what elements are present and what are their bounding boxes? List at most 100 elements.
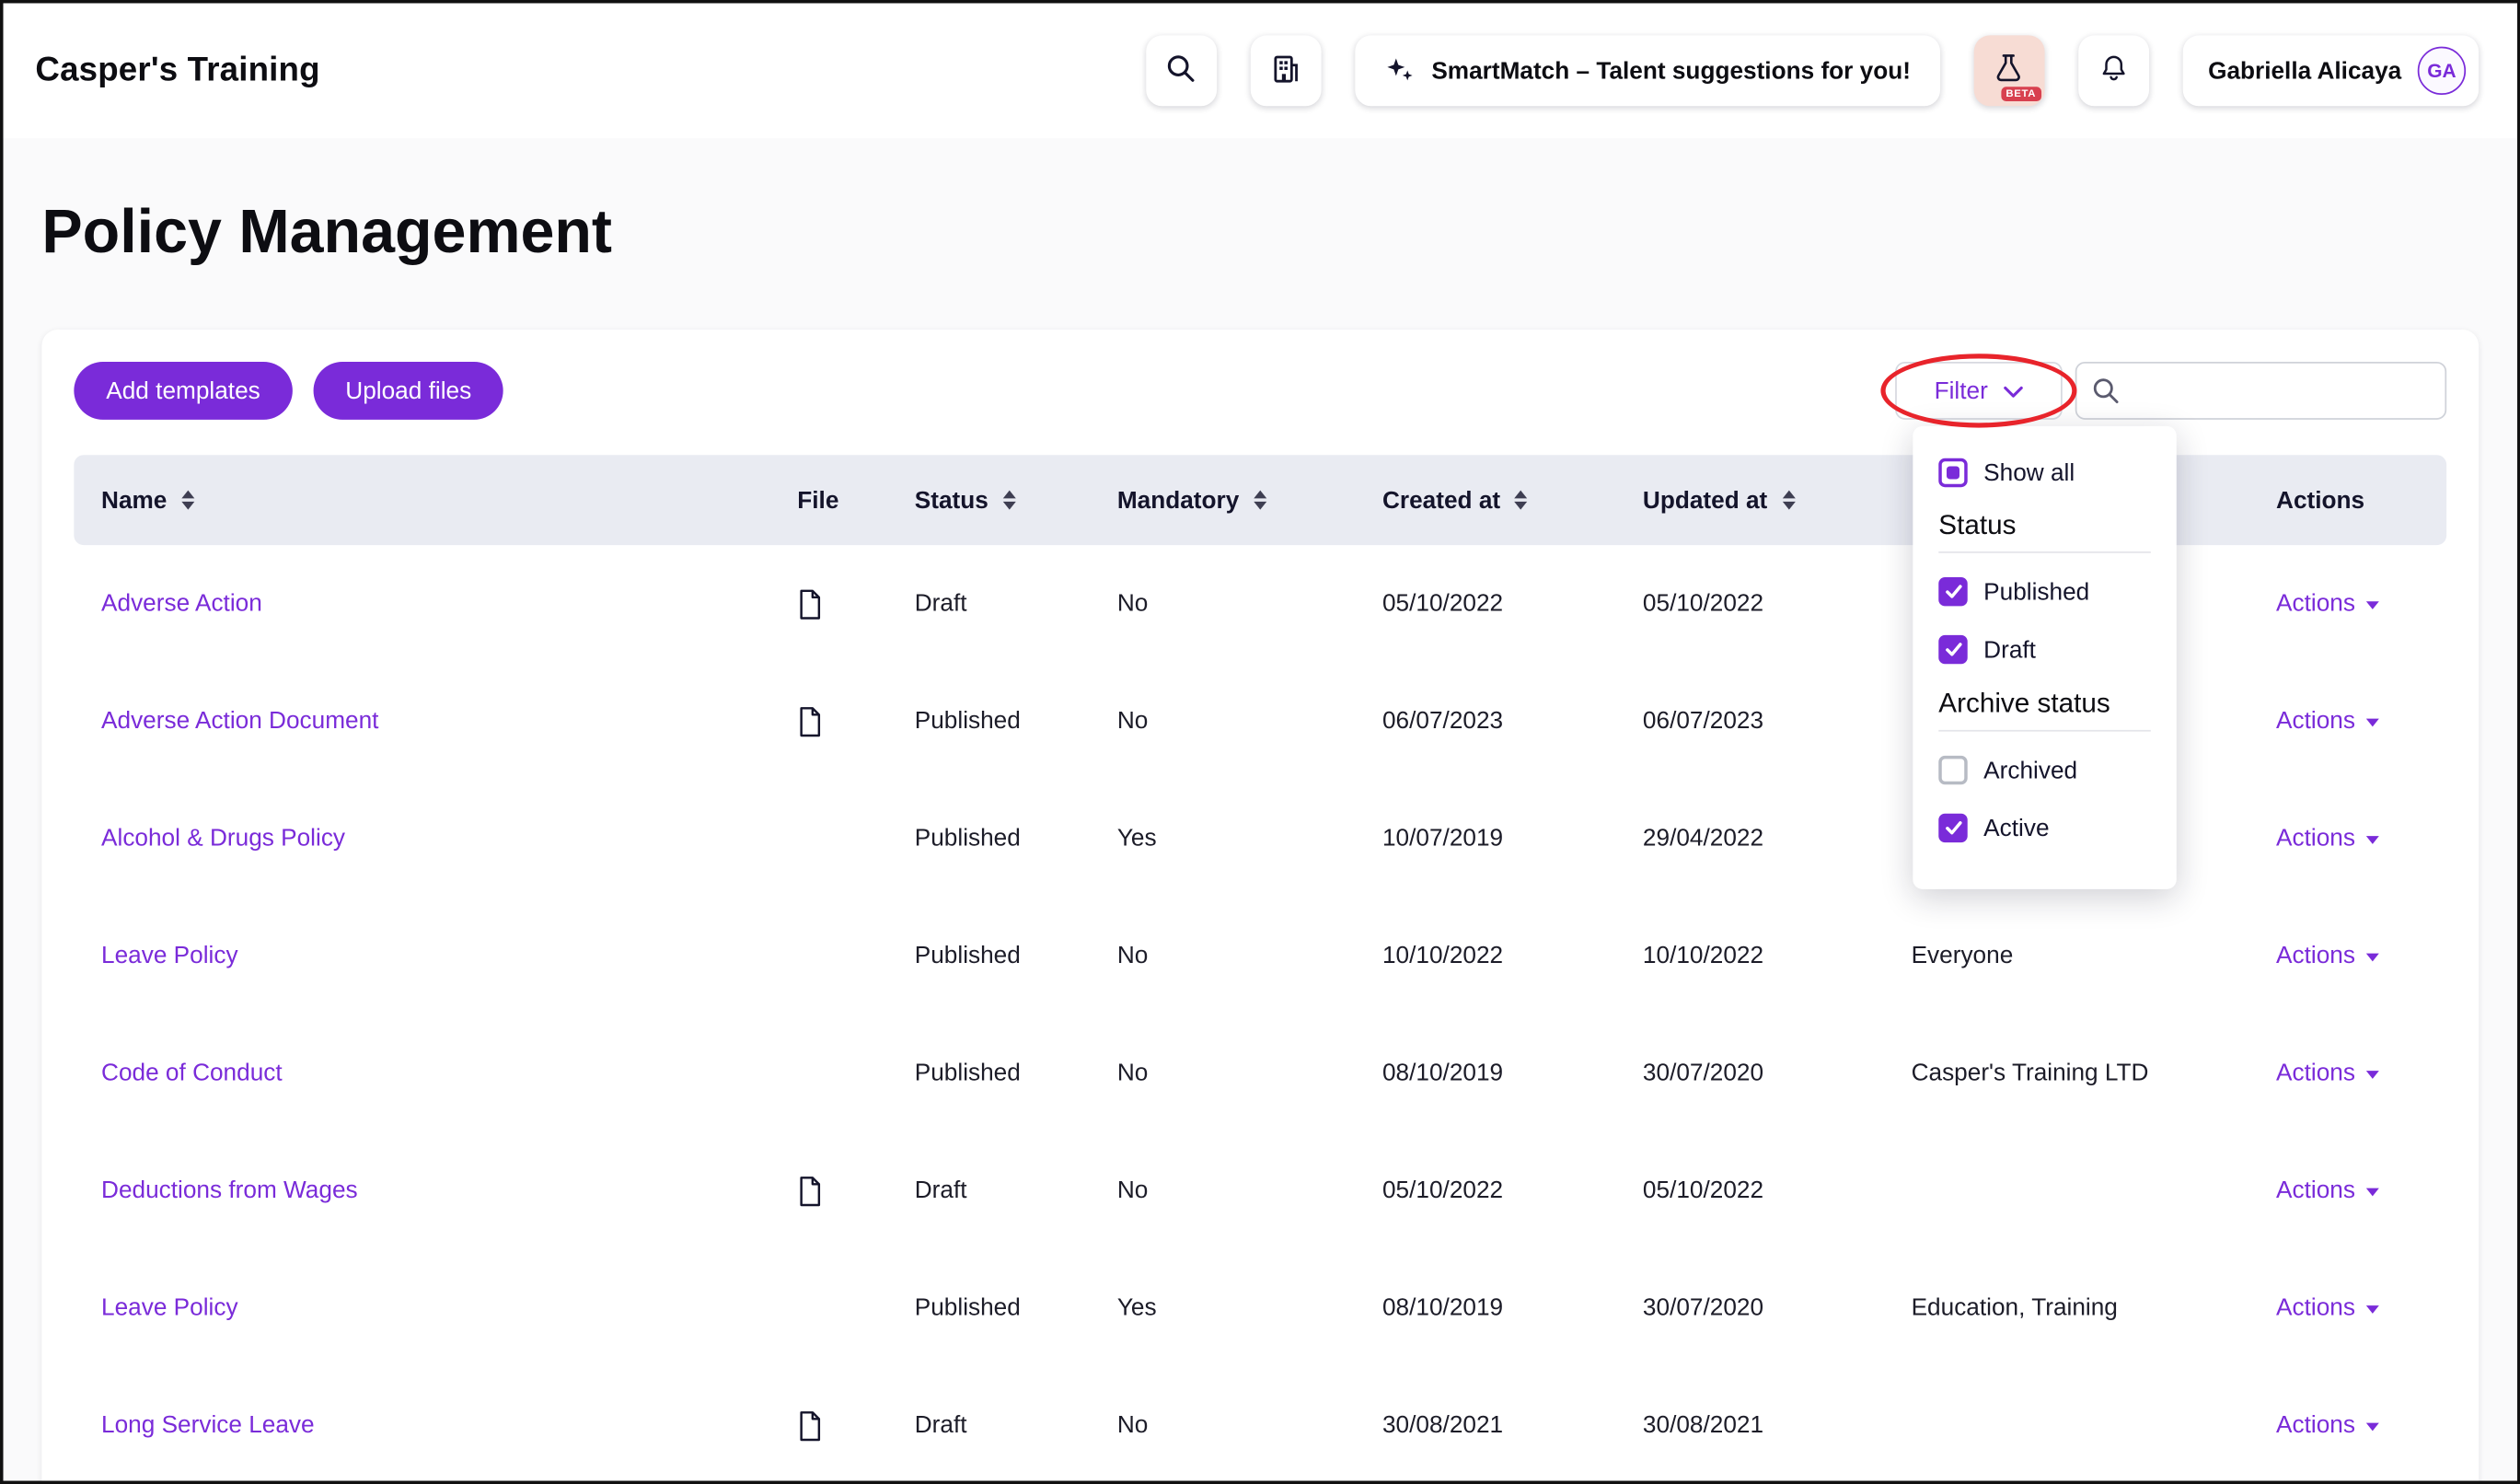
cell-name: Adverse Action (74, 590, 797, 618)
column-label: Mandatory (1117, 486, 1239, 514)
policy-name-link[interactable]: Code of Conduct (101, 1060, 283, 1087)
cell-actions: Actions (2276, 707, 2453, 735)
cell-mandatory: No (1117, 1060, 1382, 1087)
row-actions-label: Actions (2276, 942, 2355, 969)
row-actions-button[interactable]: Actions (2276, 942, 2379, 969)
policy-name-link[interactable]: Leave Policy (101, 942, 238, 969)
filter-section-heading-archive-status: Archive status (1938, 689, 2151, 721)
filter-option-show-all[interactable]: Show all (1938, 452, 2151, 493)
cell-actions: Actions (2276, 1294, 2453, 1322)
cell-created-at: 06/07/2023 (1382, 707, 1643, 735)
filter-option-label: Published (1983, 578, 2089, 606)
app-title: Casper's Training (35, 52, 319, 90)
policy-name-link[interactable]: Long Service Leave (101, 1411, 315, 1439)
filter-option-label: Draft (1983, 636, 2036, 664)
cell-status: Published (915, 825, 1117, 852)
filter-wrap: Filter (1895, 362, 2063, 420)
file-icon[interactable] (797, 705, 823, 737)
cell-updated-at: 30/07/2020 (1643, 1294, 1912, 1322)
avatar: GA (2418, 47, 2466, 95)
flask-icon (1992, 52, 2026, 90)
table-row: Deductions from Wages Draft No 05/10/202… (74, 1132, 2446, 1249)
policy-name-link[interactable]: Deductions from Wages (101, 1177, 358, 1204)
cell-mandatory: No (1117, 942, 1382, 969)
file-icon[interactable] (797, 1409, 823, 1442)
row-actions-button[interactable]: Actions (2276, 1060, 2379, 1087)
notifications-button[interactable] (2078, 35, 2149, 106)
filter-button[interactable]: Filter (1895, 362, 2063, 420)
row-actions-label: Actions (2276, 707, 2355, 735)
row-actions-button[interactable]: Actions (2276, 825, 2379, 852)
column-header-status[interactable]: Status (915, 486, 1117, 514)
caret-down-icon (2366, 1188, 2379, 1197)
table-row: Long Service Leave Draft No 30/08/2021 3… (74, 1367, 2446, 1484)
page-title: Policy Management (41, 196, 2517, 270)
cell-actions: Actions (2276, 942, 2453, 969)
row-actions-button[interactable]: Actions (2276, 1411, 2379, 1439)
add-templates-button[interactable]: Add templates (74, 362, 292, 420)
table-search (2075, 362, 2446, 420)
policy-name-link[interactable]: Alcohol & Drugs Policy (101, 825, 345, 852)
policy-name-link[interactable]: Adverse Action Document (101, 707, 378, 735)
building-icon (1269, 52, 1301, 89)
labs-button[interactable]: BETA (1973, 35, 2044, 106)
cell-status: Draft (915, 590, 1117, 618)
cell-file (797, 1292, 914, 1324)
filter-option-active[interactable]: Active (1938, 808, 2151, 847)
column-header-name[interactable]: Name (74, 486, 797, 514)
table-search-input[interactable] (2075, 362, 2446, 420)
table-row: Code of Conduct Published No 08/10/2019 … (74, 1014, 2446, 1131)
cell-updated-at: 30/08/2021 (1643, 1411, 1912, 1439)
cell-created-at: 30/08/2021 (1382, 1411, 1643, 1439)
top-bar: Casper's Training (3, 3, 2517, 138)
policy-name-link[interactable]: Leave Policy (101, 1294, 238, 1322)
upload-files-button[interactable]: Upload files (313, 362, 503, 420)
published-checkbox[interactable] (1938, 577, 1967, 606)
cell-created-at: 05/10/2022 (1382, 590, 1643, 618)
archived-checkbox[interactable] (1938, 756, 1967, 784)
caret-down-icon (2366, 836, 2379, 844)
toolbar-right: Filter (1895, 362, 2446, 420)
cell-actions: Actions (2276, 1177, 2453, 1204)
column-header-mandatory[interactable]: Mandatory (1117, 486, 1382, 514)
cell-name: Alcohol & Drugs Policy (74, 825, 797, 852)
search-icon (1165, 53, 1196, 88)
column-header-created-at[interactable]: Created at (1382, 486, 1643, 514)
cell-mandatory: Yes (1117, 1294, 1382, 1322)
row-actions-button[interactable]: Actions (2276, 1294, 2379, 1322)
file-icon[interactable] (797, 587, 823, 620)
show-all-checkbox[interactable] (1938, 458, 1967, 487)
cell-created-at: 10/10/2022 (1382, 942, 1643, 969)
filter-option-published[interactable]: Published (1938, 573, 2151, 611)
row-actions-button[interactable]: Actions (2276, 590, 2379, 618)
active-checkbox[interactable] (1938, 814, 1967, 842)
table-row: Leave Policy Published Yes 08/10/2019 30… (74, 1249, 2446, 1366)
row-actions-button[interactable]: Actions (2276, 1177, 2379, 1204)
cell-name: Code of Conduct (74, 1060, 797, 1087)
card-toolbar: Add templates Upload files Filter (74, 362, 2446, 420)
column-header-updated-at[interactable]: Updated at (1643, 486, 1912, 514)
row-actions-button[interactable]: Actions (2276, 707, 2379, 735)
global-search-button[interactable] (1145, 35, 1216, 106)
cell-name: Adverse Action Document (74, 707, 797, 735)
cell-mandatory: Yes (1117, 825, 1382, 852)
column-label: Updated at (1643, 486, 1767, 514)
file-icon[interactable] (797, 1175, 823, 1207)
row-actions-label: Actions (2276, 1177, 2355, 1204)
smartmatch-button[interactable]: SmartMatch – Talent suggestions for you! (1354, 35, 1939, 106)
draft-checkbox[interactable] (1938, 635, 1967, 664)
cell-mandatory: No (1117, 707, 1382, 735)
beta-badge: BETA (2001, 87, 2040, 101)
caret-down-icon (2366, 1071, 2379, 1079)
filter-option-archived[interactable]: Archived (1938, 751, 2151, 790)
row-actions-label: Actions (2276, 1411, 2355, 1439)
cell-file (797, 705, 914, 737)
cell-actions: Actions (2276, 825, 2453, 852)
smartmatch-label: SmartMatch – Talent suggestions for you! (1431, 57, 1911, 85)
filter-option-draft[interactable]: Draft (1938, 631, 2151, 669)
cell-status: Draft (915, 1411, 1117, 1439)
policy-name-link[interactable]: Adverse Action (101, 590, 262, 618)
user-menu-button[interactable]: Gabriella Alicaya GA (2182, 35, 2479, 106)
user-name: Gabriella Alicaya (2208, 57, 2401, 85)
organisation-button[interactable] (1250, 35, 1321, 106)
